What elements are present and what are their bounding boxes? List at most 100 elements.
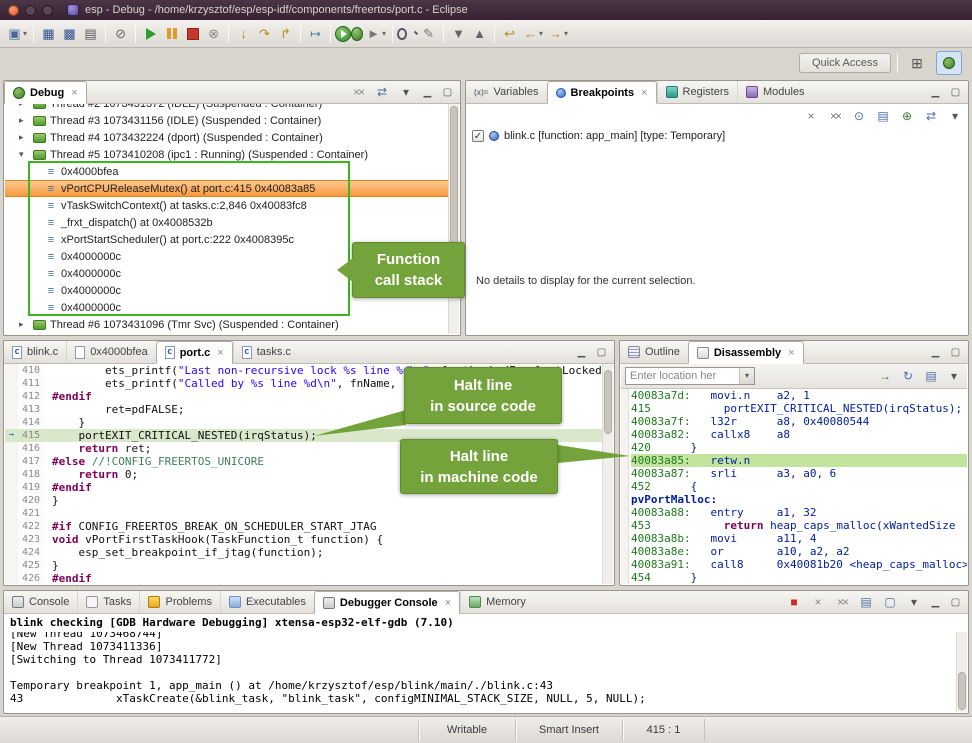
open-perspective-button[interactable]: ⊞: [904, 51, 930, 75]
debug-frame-row[interactable]: ≡vTaskSwitchContext() at tasks.c:2,846 0…: [5, 197, 448, 214]
console-scrollbar-thumb[interactable]: [958, 672, 966, 710]
console-tab-memory[interactable]: Memory: [460, 591, 534, 613]
toolbar-resume-icon[interactable]: [140, 23, 161, 44]
toolbar-mark-occurrences-icon[interactable]: ✎: [418, 23, 439, 44]
disassembly-line[interactable]: pvPortMalloc:: [631, 493, 967, 506]
breakpoint-ruler-cell[interactable]: [5, 481, 18, 494]
toolbar-instruction-stepping-icon[interactable]: ↦: [305, 23, 326, 44]
breakpoint-ruler-cell[interactable]: [5, 390, 18, 403]
show-source-icon[interactable]: ▤: [922, 367, 940, 385]
disassembly-listing[interactable]: 40083a7d: movi.n a2, 1415 portEXIT_CRITI…: [621, 389, 967, 584]
disassembly-tab-outline[interactable]: Outline: [620, 341, 688, 363]
view-menu-icon[interactable]: ▾: [946, 107, 964, 125]
disassembly-line[interactable]: 40083a7d: movi.n a2, 1: [631, 389, 967, 402]
minimize-view-button[interactable]: ▁: [420, 87, 435, 98]
navigate-to-address-icon[interactable]: →: [876, 367, 894, 385]
breakpoint-ruler-cell[interactable]: [5, 559, 18, 572]
debug-frame-row[interactable]: ≡0x4000000c: [5, 299, 448, 316]
remove-breakpoint-icon[interactable]: ×: [802, 107, 820, 125]
breakpoint-ruler-cell[interactable]: [5, 546, 18, 559]
editor-scrollbar-thumb[interactable]: [604, 370, 612, 434]
breakpoint-ruler-cell[interactable]: [5, 377, 18, 390]
terminate-icon[interactable]: ■: [785, 593, 803, 611]
breakpoint-ruler-cell[interactable]: [5, 442, 18, 455]
debug-frame-row[interactable]: ≡_frxt_dispatch() at 0x4008532b: [5, 214, 448, 231]
toolbar-suspend-icon[interactable]: [161, 23, 182, 44]
disassembly-tab-disassembly[interactable]: Disassembly×: [688, 341, 804, 364]
breakpoint-list-item[interactable]: ✓ blink.c [function: app_main] [type: Te…: [472, 128, 725, 144]
toolbar-disconnect-icon[interactable]: ⊗: [203, 23, 224, 44]
twisty-icon[interactable]: ▸: [19, 132, 29, 143]
console-tab-debugger-console[interactable]: Debugger Console×: [314, 591, 460, 614]
toolbar-run-icon[interactable]: [335, 26, 351, 42]
toolbar-step-into-icon[interactable]: ↓: [233, 23, 254, 44]
maximize-view-button[interactable]: ▢: [440, 87, 455, 98]
toolbar-previous-annotation-icon[interactable]: ▲: [469, 23, 490, 44]
disassembly-line[interactable]: 40083a7f: l32r a8, 0x40080544: [631, 415, 967, 428]
breakpoint-ruler-cell[interactable]: [5, 403, 18, 416]
instruction-stepping-mode-icon[interactable]: ⇄: [373, 83, 391, 101]
remove-all-terminated-icon[interactable]: ××: [349, 83, 367, 101]
breakpoints-tab-registers[interactable]: Registers: [657, 81, 737, 103]
close-tab-icon[interactable]: ×: [445, 597, 451, 609]
toolbar-save-all-icon[interactable]: ▩: [59, 23, 80, 44]
code-line[interactable]: 420}: [5, 494, 602, 507]
twisty-icon[interactable]: ▸: [19, 104, 29, 109]
instruction-pointer-icon[interactable]: →: [5, 429, 18, 442]
close-tab-icon[interactable]: ×: [217, 347, 223, 359]
debug-thread-row[interactable]: ▸Thread #3 1073431156 (IDLE) (Suspended …: [5, 112, 448, 129]
editor-tab-tasks-c[interactable]: ctasks.c: [233, 341, 299, 363]
console-tab-console[interactable]: Console: [4, 591, 77, 613]
twisty-icon[interactable]: ▸: [19, 319, 29, 330]
code-line[interactable]: 422#if CONFIG_FREERTOS_BREAK_ON_SCHEDULE…: [5, 520, 602, 533]
clear-console-icon[interactable]: ▤: [857, 593, 875, 611]
close-tab-icon[interactable]: ×: [788, 347, 794, 359]
combo-dropdown-icon[interactable]: ▾: [739, 368, 754, 384]
console-output[interactable]: [New Thread 1073468744][New Thread 10734…: [10, 632, 954, 712]
debug-thread-row[interactable]: ▸Thread #4 1073432224 (dport) (Suspended…: [5, 129, 448, 146]
breakpoint-ruler-cell[interactable]: [5, 364, 18, 377]
remove-all-launches-icon[interactable]: ××: [833, 593, 851, 611]
breakpoints-tab-modules[interactable]: Modules: [737, 81, 813, 103]
remove-launch-icon[interactable]: ×: [809, 593, 827, 611]
disassembly-line[interactable]: 40083a87: srli a3, a0, 6: [631, 467, 967, 480]
breakpoints-tab-breakpoints[interactable]: Breakpoints×: [547, 81, 657, 104]
console-tab-tasks[interactable]: Tasks: [77, 591, 139, 613]
editor-scrollbar[interactable]: [602, 364, 613, 584]
close-tab-icon[interactable]: ×: [71, 87, 77, 99]
open-console-icon[interactable]: ▾: [905, 593, 923, 611]
twisty-icon[interactable]: ▸: [19, 115, 29, 126]
twisty-icon[interactable]: ▾: [19, 149, 29, 160]
breakpoint-enabled-checkbox[interactable]: ✓: [472, 130, 484, 142]
console-scrollbar[interactable]: [956, 632, 967, 712]
toolbar-last-edit-location-icon[interactable]: ↩: [499, 23, 520, 44]
breakpoint-ruler-cell[interactable]: [5, 494, 18, 507]
toolbar-step-over-icon[interactable]: ↷: [254, 23, 275, 44]
breakpoint-ruler-cell[interactable]: [5, 533, 18, 546]
go-to-file-icon[interactable]: ▤: [874, 107, 892, 125]
maximize-view-button[interactable]: ▢: [594, 347, 609, 358]
disassembly-line[interactable]: 415 portEXIT_CRITICAL_NESTED(irqStatus);: [631, 402, 967, 415]
disassembly-line[interactable]: 40083a82: callx8 a8: [631, 428, 967, 441]
console-tab-executables[interactable]: Executables: [220, 591, 314, 613]
disassembly-line[interactable]: 452 {: [631, 480, 967, 493]
code-line[interactable]: 423void vPortFirstTaskHook(TaskFunction_…: [5, 533, 602, 546]
editor-tab-port-c[interactable]: cport.c×: [156, 341, 233, 364]
show-breakpoints-for-selection-icon[interactable]: ⊙: [850, 107, 868, 125]
view-menu-icon[interactable]: ▾: [945, 367, 963, 385]
breakpoints-tab-variables[interactable]: (x)=Variables: [466, 81, 547, 103]
code-line[interactable]: 425}: [5, 559, 602, 572]
code-line[interactable]: 424 esp_set_breakpoint_if_jtag(function)…: [5, 546, 602, 559]
editor-tab-blink-c[interactable]: cblink.c: [4, 341, 66, 363]
toolbar-save-icon[interactable]: ▦: [38, 23, 59, 44]
minimize-view-button[interactable]: ▁: [574, 347, 589, 358]
maximize-view-button[interactable]: ▢: [948, 597, 963, 608]
disassembly-line[interactable]: 40083a91: call8 0x40081b20 <heap_caps_ma…: [631, 558, 967, 571]
window-close-button[interactable]: [8, 5, 19, 16]
close-tab-icon[interactable]: ×: [641, 87, 647, 99]
code-line[interactable]: 426#endif: [5, 572, 602, 584]
debug-thread-row[interactable]: ▸Thread #6 1073431096 (Tmr Svc) (Suspend…: [5, 316, 448, 333]
link-with-debug-view-icon[interactable]: ⇄: [922, 107, 940, 125]
debug-perspective-button[interactable]: [936, 51, 962, 75]
code-line[interactable]: 421: [5, 507, 602, 520]
